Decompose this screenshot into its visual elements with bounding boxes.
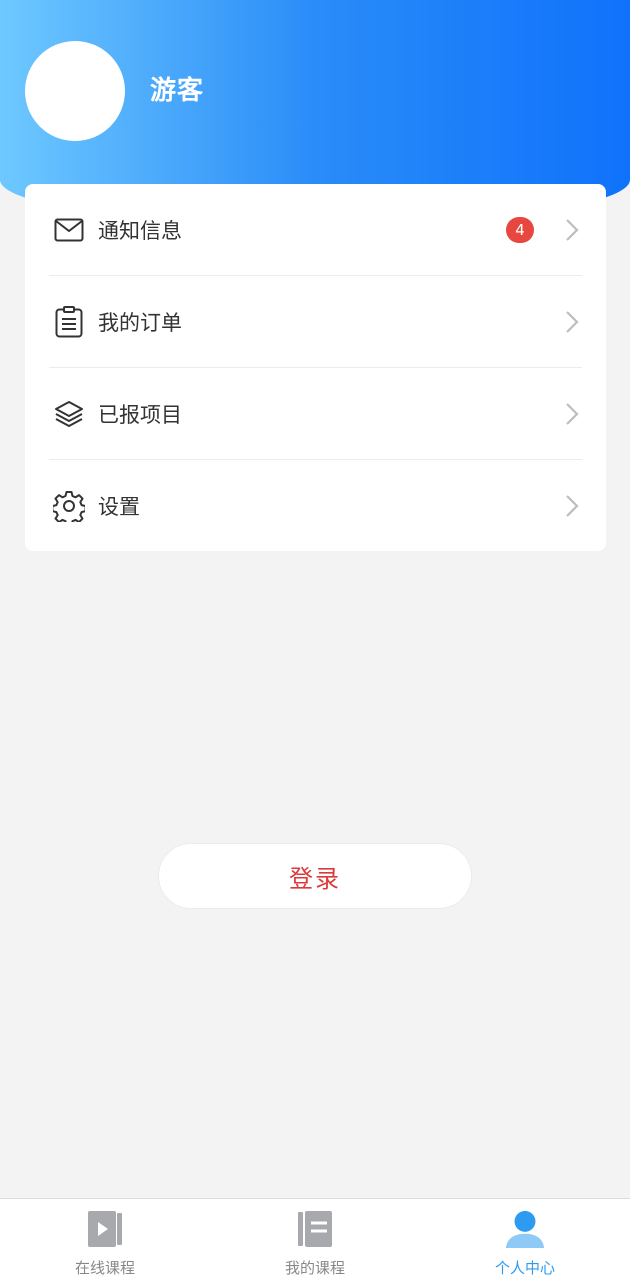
- mail-icon: [53, 214, 85, 246]
- menu-item-label: 通知信息: [98, 218, 182, 243]
- tab-my-courses[interactable]: 我的课程: [210, 1199, 420, 1280]
- notebook-icon: [295, 1209, 335, 1249]
- notification-count-badge: 4: [506, 217, 534, 243]
- chevron-right-icon: [564, 218, 580, 242]
- login-button[interactable]: 登录: [158, 843, 472, 909]
- tab-label: 在线课程: [74, 1259, 135, 1277]
- tab-label: 个人中心: [494, 1259, 555, 1277]
- menu-item-orders[interactable]: 我的订单: [49, 276, 582, 368]
- menu-item-label: 已报项目: [98, 402, 182, 427]
- person-icon: [505, 1209, 545, 1249]
- gear-icon: [53, 490, 85, 522]
- username[interactable]: 游客: [150, 70, 204, 107]
- chevron-right-icon: [564, 402, 580, 426]
- tab-online-courses[interactable]: 在线课程: [0, 1199, 210, 1280]
- menu-item-label: 设置: [98, 495, 140, 519]
- tab-personal-center[interactable]: 个人中心: [420, 1199, 630, 1280]
- menu-item-settings[interactable]: 设置: [49, 460, 582, 552]
- video-book-icon: [85, 1209, 125, 1249]
- layers-icon: [53, 398, 85, 430]
- menu-card: 通知信息 4 我的订单 已报项目 设置: [25, 184, 606, 551]
- menu-item-registered-projects[interactable]: 已报项目: [49, 368, 582, 460]
- clipboard-icon: [53, 305, 85, 338]
- chevron-right-icon: [564, 310, 580, 334]
- avatar[interactable]: [25, 41, 125, 141]
- menu-item-notifications[interactable]: 通知信息 4: [49, 184, 582, 276]
- tab-label: 我的课程: [284, 1259, 345, 1277]
- bottom-tab-bar: 在线课程 我的课程 个人中心: [0, 1198, 630, 1280]
- menu-item-label: 我的订单: [98, 310, 182, 335]
- chevron-right-icon: [564, 494, 580, 518]
